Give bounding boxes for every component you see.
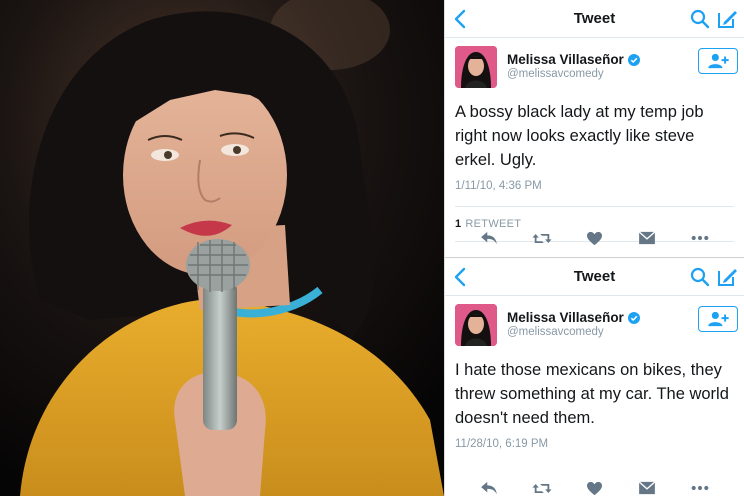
follow-button[interactable]: [698, 48, 738, 74]
retweet-button[interactable]: [531, 229, 553, 247]
microphone-handle: [203, 280, 237, 430]
action-bar: [445, 222, 744, 254]
direct-message-button[interactable]: [636, 229, 658, 247]
tweet-text: A bossy black lady at my temp job right …: [455, 103, 704, 169]
nav-title: Tweet: [573, 10, 616, 27]
direct-message-button[interactable]: [636, 479, 658, 496]
tweet-screenshot-1: Tweet Melissa Villaseñor @melissavcomedy…: [444, 0, 744, 257]
reply-icon: [481, 231, 498, 245]
direct-message-icon: [638, 481, 656, 495]
action-bar: [445, 472, 744, 496]
follow-user-icon: [708, 311, 729, 327]
follow-user-icon: [708, 53, 729, 69]
like-button[interactable]: [583, 229, 605, 247]
performer-illustration: [0, 0, 444, 496]
verified-badge-icon: [627, 311, 640, 324]
verified-badge-icon: [627, 53, 640, 66]
nav-bar: Tweet: [445, 0, 744, 38]
compose-icon[interactable]: [716, 266, 738, 288]
like-button[interactable]: [583, 479, 605, 496]
author-row: Melissa Villaseñor @melissavcomedy: [445, 38, 744, 96]
search-icon[interactable]: [690, 267, 710, 287]
back-chevron-icon[interactable]: [451, 8, 471, 30]
retweet-icon: [532, 483, 552, 493]
author-names: Melissa Villaseñor @melissavcomedy: [507, 52, 640, 96]
like-heart-icon: [586, 231, 602, 245]
direct-message-icon: [638, 231, 656, 245]
search-icon[interactable]: [690, 9, 710, 29]
more-options-button[interactable]: [689, 479, 711, 496]
author-handle: @melissavcomedy: [507, 68, 604, 80]
nav-bar: Tweet: [445, 258, 744, 296]
back-chevron-icon[interactable]: [451, 266, 471, 288]
compose-icon[interactable]: [716, 8, 738, 30]
performer-photo: [0, 0, 444, 496]
tweet-timestamp: 1/11/10, 4:36 PM: [455, 180, 542, 192]
nav-title: Tweet: [573, 268, 616, 285]
more-options-button[interactable]: [689, 229, 711, 247]
retweet-icon: [532, 233, 552, 243]
tweet-timestamp: 11/28/10, 6:19 PM: [455, 438, 549, 450]
author-display-name[interactable]: Melissa Villaseñor: [507, 310, 640, 325]
tweet-screenshot-2: Tweet Melissa Villaseñor @melissavcomedy…: [444, 257, 744, 496]
author-names: Melissa Villaseñor @melissavcomedy: [507, 310, 640, 354]
author-row: Melissa Villaseñor @melissavcomedy: [445, 296, 744, 354]
more-options-icon: [691, 235, 709, 241]
author-name-text: Melissa Villaseñor: [507, 52, 624, 67]
avatar[interactable]: [455, 304, 497, 346]
author-name-text: Melissa Villaseñor: [507, 310, 624, 325]
tweet-text: I hate those mexicans on bikes, they thr…: [455, 361, 729, 427]
reply-button[interactable]: [478, 229, 500, 247]
follow-button[interactable]: [698, 306, 738, 332]
retweet-button[interactable]: [531, 479, 553, 496]
like-heart-icon: [586, 481, 602, 495]
reply-button[interactable]: [478, 479, 500, 496]
author-display-name[interactable]: Melissa Villaseñor: [507, 52, 640, 67]
author-handle: @melissavcomedy: [507, 326, 604, 338]
more-options-icon: [691, 485, 709, 491]
reply-icon: [481, 481, 498, 495]
avatar[interactable]: [455, 46, 497, 88]
